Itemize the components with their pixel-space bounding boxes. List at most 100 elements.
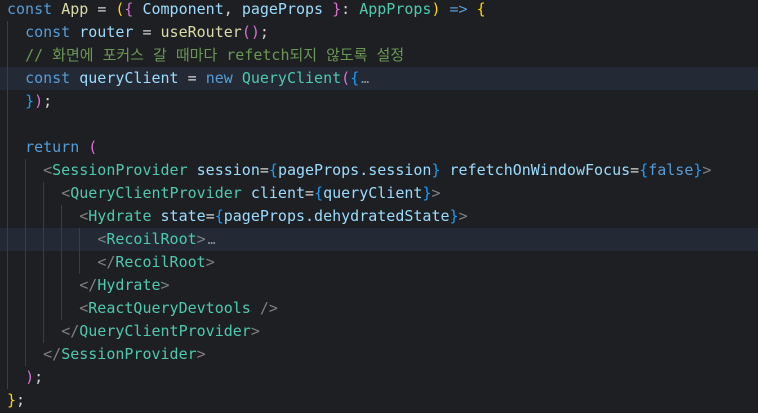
tag-recoilroot: RecoilRoot [106,230,197,248]
tag-bracket: > [458,207,468,225]
identifier-router: router [79,23,134,41]
comment: // 화면에 포커스 갈 때마다 refetch되지 않도록 설정 [25,46,405,64]
brace: { [350,69,360,87]
indent-guide [25,343,26,366]
tag-queryclientprovider: QueryClientProvider [70,184,242,202]
brace: { [314,184,324,202]
indent-guide [61,297,62,320]
tag-bracket: > [196,345,206,363]
code-line-2: const router = useRouter(); [0,21,758,44]
tag-bracket: </ [61,322,80,340]
tag-sessionprovider: SessionProvider [52,161,188,179]
brace: { [268,161,278,179]
tag-queryclientprovider-close: QueryClientProvider [79,322,251,340]
code-line-10: <Hydrate state={pageProps.dehydratedStat… [0,205,758,228]
indent-guide [25,297,26,320]
code-line-12: </RecoilRoot> [0,251,758,274]
indent-guide [61,274,62,297]
tag-bracket: </ [79,276,98,294]
indent-guide [7,274,8,297]
param-component: Component [142,0,224,18]
attr-state: state [160,207,206,225]
operator-eq: = [97,0,107,18]
comma: , [223,0,233,18]
indent-guide [7,205,8,228]
tag-bracket: < [79,207,89,225]
code-line-8: <SessionProvider session={pageProps.sess… [0,159,758,182]
indent-guide [7,90,8,113]
indent-guide [79,228,80,251]
code-editor[interactable]: const App = ({ Component, pageProps }: A… [0,0,758,413]
code-line-3: // 화면에 포커스 갈 때마다 refetch되지 않도록 설정 [0,44,758,67]
tag-bracket: > [250,322,260,340]
colon: : [341,0,351,18]
value-pageprops-session: pageProps.session [277,161,432,179]
value-dehydratedstate: pageProps.dehydratedState [223,207,450,225]
code-line-7: return ( [0,136,758,159]
indent-guide [7,67,8,90]
value-queryclient: queryClient [323,184,423,202]
brace: { [124,0,134,18]
brace: } [431,161,441,179]
brace: } [449,207,459,225]
operator-eq: = [259,161,269,179]
code-line-16: </SessionProvider> [0,343,758,366]
code-line-15: </QueryClientProvider> [0,320,758,343]
tag-bracket: /> [259,299,278,317]
identifier-queryclient: queryClient [79,69,179,87]
code-line-5: }); [0,90,758,113]
indent-guide [43,320,44,343]
indent-guide [7,136,8,159]
tag-bracket: < [61,184,71,202]
indent-guide [79,251,80,274]
call-userouter: useRouter [160,23,242,41]
attr-refetchonwindowfocus: refetchOnWindowFocus [449,161,631,179]
indent-guide [25,182,26,205]
code-line-4: const queryClient = new QueryClient({… [0,67,758,90]
brace: { [639,161,649,179]
indent-guide [43,228,44,251]
brace: { [214,207,224,225]
keyword-const: const [25,23,71,41]
tag-recoilroot-close: RecoilRoot [115,253,206,271]
indent-guide [7,251,8,274]
attr-client: client [250,184,306,202]
keyword-const: const [7,0,53,18]
ellipsis-fold-icon[interactable]: … [208,229,216,252]
indent-guide [7,366,8,389]
keyword-return: return [25,138,80,156]
operator-eq: = [630,161,640,179]
keyword-const: const [25,69,71,87]
brace: } [7,391,17,409]
indent-guide [7,182,8,205]
tag-bracket: </ [43,345,62,363]
tag-sessionprovider-close: SessionProvider [61,345,197,363]
tag-reactquerydevtools: ReactQueryDevtools [88,299,251,317]
indent-guide [25,228,26,251]
indent-guide [7,44,8,67]
paren: ) [431,0,441,18]
indent-guide [25,159,26,182]
brace: } [332,0,342,18]
paren: ) [34,92,44,110]
indent-guide [7,228,8,251]
indent-guide [7,343,8,366]
semicolon: ; [259,23,269,41]
indent-guide [25,274,26,297]
indent-guide [7,297,8,320]
indent-guide [43,182,44,205]
code-line-9: <QueryClientProvider client={queryClient… [0,182,758,205]
indent-guide [25,205,26,228]
code-line-11: <RecoilRoot>… [0,228,758,251]
operator-eq: = [142,23,152,41]
tag-bracket: > [702,161,712,179]
code-line-17: ); [0,366,758,389]
indent-guide [25,320,26,343]
tag-bracket: < [97,230,107,248]
identifier-app: App [61,0,89,18]
ellipsis-fold-icon[interactable]: … [361,68,369,91]
tag-bracket: > [160,276,170,294]
indent-guide [43,274,44,297]
paren: ( [88,138,98,156]
indent-guide [43,251,44,274]
